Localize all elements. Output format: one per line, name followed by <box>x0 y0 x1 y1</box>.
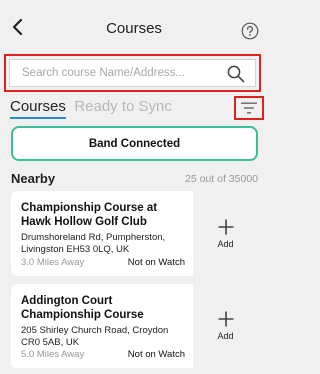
filter-icon <box>241 102 257 114</box>
course-footer: 3.0 Miles Away Not on Watch <box>21 257 185 268</box>
nearby-heading: Nearby <box>11 171 56 186</box>
add-label: Add <box>217 331 234 341</box>
app-header: Courses <box>0 0 268 52</box>
course-address: Drumshoreland Rd, Pumpherston, Livingsto… <box>21 232 166 255</box>
filter-button[interactable] <box>234 96 264 120</box>
course-footer: 5.0 Miles Away Not on Watch <box>21 349 185 360</box>
add-label: Add <box>217 238 234 249</box>
course-name: Addington Court Championship Course <box>21 295 144 321</box>
course-card[interactable]: Championship Course at Hawk Hollow Golf … <box>11 191 258 276</box>
add-course-button[interactable]: Add <box>193 284 258 368</box>
course-info: Addington Court Championship Course 205 … <box>11 284 193 368</box>
watch-status: Not on Watch <box>127 257 185 268</box>
search-container <box>4 54 261 92</box>
watch-status: Not on Watch <box>127 349 185 360</box>
search-icon[interactable] <box>227 65 245 83</box>
help-icon[interactable] <box>241 22 259 40</box>
course-info: Championship Course at Hawk Hollow Golf … <box>11 191 193 276</box>
course-distance: 5.0 Miles Away <box>21 349 85 360</box>
tab-bar: Courses Ready to Sync <box>10 98 176 120</box>
course-distance: 3.0 Miles Away <box>21 257 85 268</box>
plus-icon <box>218 219 233 234</box>
course-card[interactable]: Addington Court Championship Course 205 … <box>11 284 258 368</box>
tab-courses[interactable]: Courses <box>10 98 66 119</box>
add-course-button[interactable]: Add <box>193 191 258 276</box>
search-input[interactable] <box>10 60 210 86</box>
search-box <box>9 59 256 87</box>
tab-ready-to-sync[interactable]: Ready to Sync <box>74 98 172 117</box>
band-connected-button[interactable]: Band Connected <box>11 126 258 161</box>
course-name: Championship Course at Hawk Hollow Golf … <box>21 202 158 228</box>
course-address: 205 Shirley Church Road, Croydon CR0 5AB… <box>21 325 169 348</box>
plus-icon <box>218 311 233 327</box>
nearby-count: 25 out of 35000 <box>185 173 258 185</box>
page-title: Courses <box>106 20 162 37</box>
